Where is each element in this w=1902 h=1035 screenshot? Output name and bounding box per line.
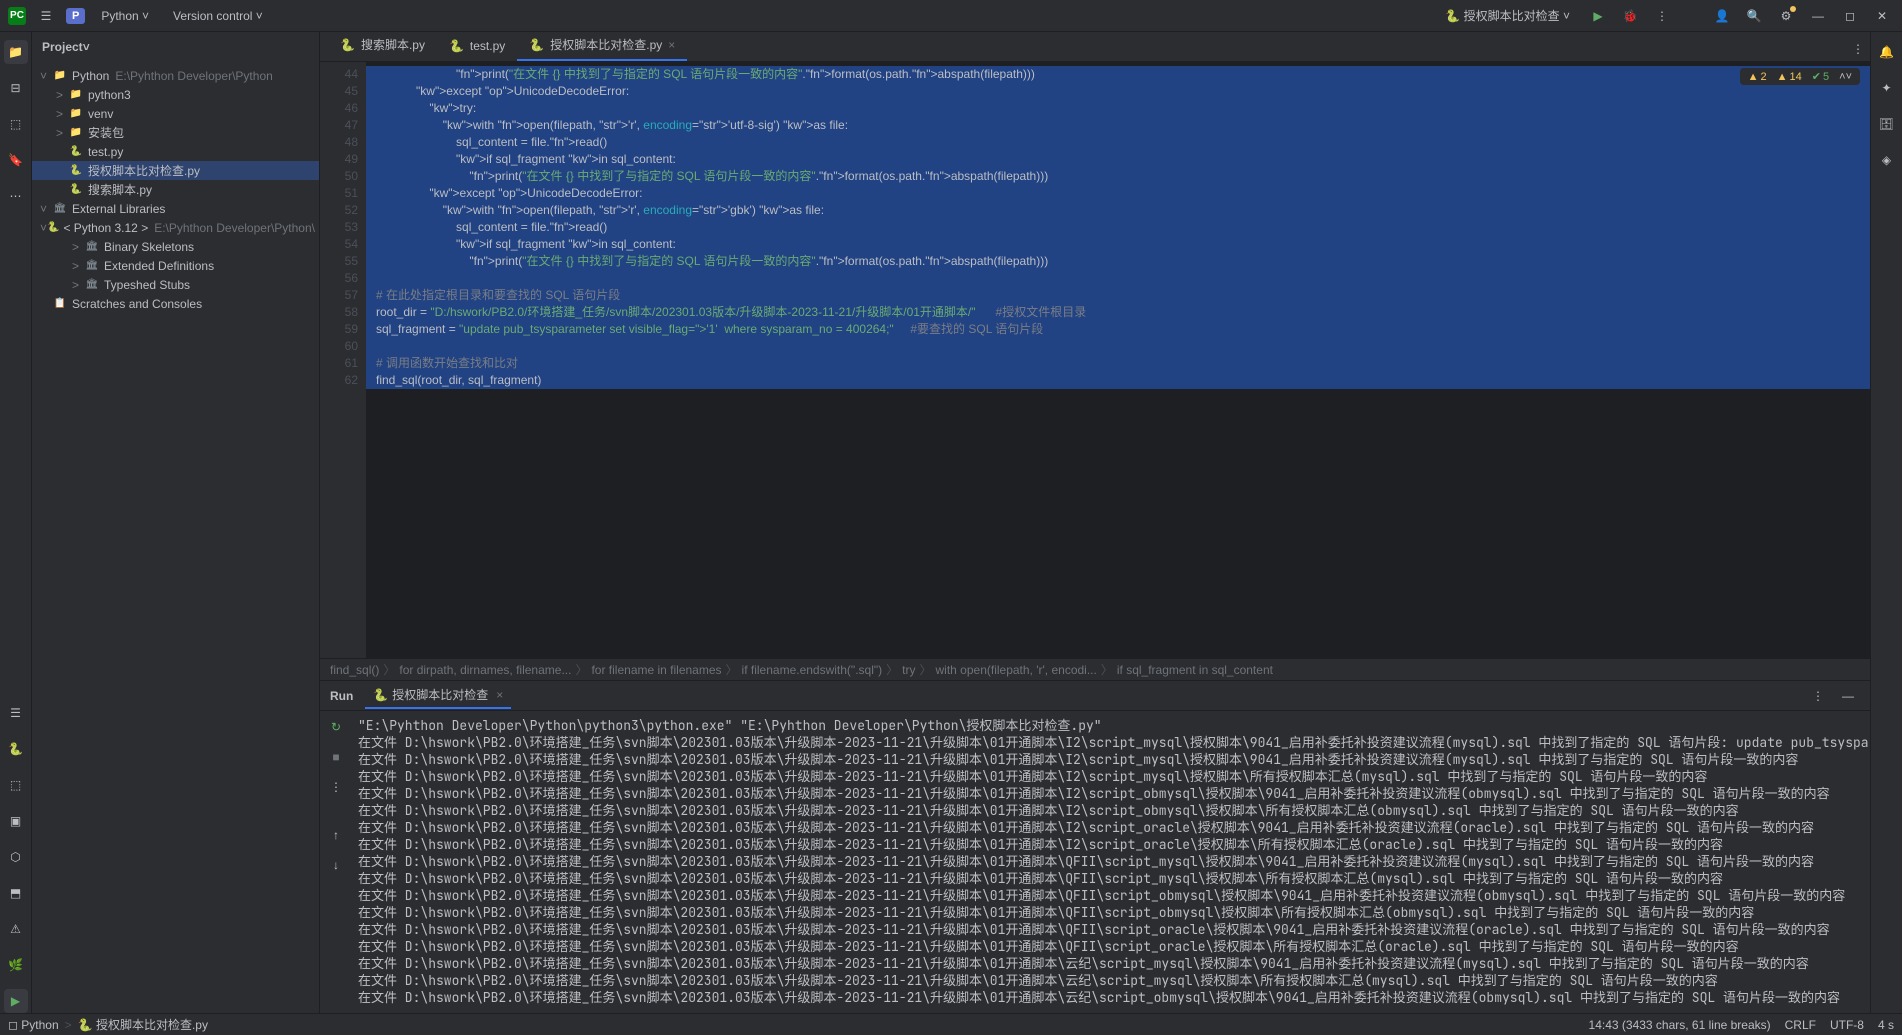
close-window-icon[interactable]: ✕ <box>1870 4 1894 28</box>
ok-count: ✔5 <box>1812 70 1829 83</box>
run-config-selector[interactable]: 🐍 授权脚本比对检查 ˅ <box>1437 3 1578 28</box>
more-actions-icon[interactable]: ⋮ <box>1650 4 1674 28</box>
todo-tool-icon[interactable]: ☰ <box>4 701 28 725</box>
more-tools-icon[interactable]: ⋯ <box>4 184 28 208</box>
code-with-me-icon[interactable]: 👤 <box>1710 4 1734 28</box>
services-tool-icon[interactable]: ⬚ <box>4 773 28 797</box>
problems-tool-icon[interactable]: ⬡ <box>4 845 28 869</box>
scroll-up-icon[interactable]: ↑ <box>324 823 348 847</box>
scroll-down-icon[interactable]: ↓ <box>324 853 348 877</box>
minimize-icon[interactable]: — <box>1806 4 1830 28</box>
debug-tool-icon[interactable]: ⬒ <box>4 881 28 905</box>
breadcrumb-item[interactable]: try <box>902 663 915 677</box>
tree-row[interactable]: >📁安装包 <box>32 123 319 142</box>
editor-tabs: 🐍搜索脚本.py🐍test.py🐍授权脚本比对检查.py× ⋮ <box>320 32 1870 62</box>
editor-tab[interactable]: 🐍test.py <box>437 33 517 61</box>
tree-row[interactable]: ˅📁PythonE:\Pyhthon Developer\Python <box>32 66 319 85</box>
project-panel-title[interactable]: Project ˅ <box>32 32 319 62</box>
encoding[interactable]: UTF-8 <box>1830 1018 1864 1032</box>
python-console-icon[interactable]: 🐍 <box>4 737 28 761</box>
project-panel: Project ˅ ˅📁PythonE:\Pyhthon Developer\P… <box>32 32 320 1013</box>
weak-warning-count: ▲14 <box>1777 70 1802 83</box>
warning-count: ▲2 <box>1748 70 1767 83</box>
settings-icon[interactable]: ⚙ <box>1774 4 1798 28</box>
main-menu-icon[interactable]: ☰ <box>34 4 58 28</box>
project-tree[interactable]: ˅📁PythonE:\Pyhthon Developer\Python>📁pyt… <box>32 62 319 1013</box>
left-tool-strip: 📁 ⊟ ⬚ 🔖 ⋯ ☰ 🐍 ⬚ ▣ ⬡ ⬒ ⚠ 🌿 ▶ <box>0 32 32 1013</box>
minimize-panel-icon[interactable]: — <box>1836 684 1860 708</box>
tree-row[interactable]: >🏛Typeshed Stubs <box>32 275 319 294</box>
project-tool-icon[interactable]: 📁 <box>4 40 28 64</box>
vcs-tool-icon[interactable]: 🌿 <box>4 953 28 977</box>
run-panel: Run 🐍授权脚本比对检查 × ⋮ — ↻ ■ ⋮ ↑ ↓ <box>320 680 1870 1013</box>
run-button[interactable]: ▶ <box>1586 4 1610 28</box>
structure-tool-icon[interactable]: ⬚ <box>4 112 28 136</box>
ide-logo-icon: PC <box>8 7 26 25</box>
search-icon[interactable]: 🔍 <box>1742 4 1766 28</box>
editor-tab[interactable]: 🐍授权脚本比对检查.py× <box>517 30 687 61</box>
breadcrumb[interactable]: find_sql()〉for dirpath, dirnames, filena… <box>320 658 1870 680</box>
tree-row[interactable]: 🐍test.py <box>32 142 319 161</box>
inspection-widget[interactable]: ▲2 ▲14 ✔5 ˄˅ <box>1740 68 1860 85</box>
statusbar: ◻ Python > 🐍 授权脚本比对检查.py 14:43 (3433 cha… <box>0 1013 1902 1035</box>
status-file[interactable]: 🐍 授权脚本比对检查.py <box>78 1016 208 1033</box>
tree-row[interactable]: ˅🐍< Python 3.12 >E:\Pyhthon Developer\Py… <box>32 218 319 237</box>
run-toolbar: ↻ ■ ⋮ ↑ ↓ <box>320 711 352 1013</box>
tree-row[interactable]: 🐍搜索脚本.py <box>32 180 319 199</box>
bookmarks-tool-icon[interactable]: 🔖 <box>4 148 28 172</box>
menubar: PC ☰ P Python ˅ Version control ˅ 🐍 授权脚本… <box>0 0 1902 32</box>
tree-row[interactable]: >🏛Extended Definitions <box>32 256 319 275</box>
rerun-icon[interactable]: ↻ <box>324 715 348 739</box>
status-project[interactable]: ◻ Python <box>8 1018 59 1032</box>
commit-tool-icon[interactable]: ⊟ <box>4 76 28 100</box>
code-editor[interactable]: 44454647484950515253545556575859606162 "… <box>320 62 1870 658</box>
notifications-icon[interactable]: 🔔 <box>1875 40 1899 64</box>
tree-row[interactable]: >📁venv <box>32 104 319 123</box>
database-tool-icon[interactable]: 🗄 <box>1875 112 1899 136</box>
stop-icon[interactable]: ■ <box>324 745 348 769</box>
breadcrumb-item[interactable]: with open(filepath, 'r', encodi... <box>936 663 1097 677</box>
caret-position[interactable]: 14:43 (3433 chars, 61 line breaks) <box>1589 1018 1771 1032</box>
breadcrumb-item[interactable]: if filename.endswith(".sql") <box>742 663 883 677</box>
run-panel-label: Run <box>330 689 353 703</box>
breadcrumb-item[interactable]: find_sql() <box>330 663 379 677</box>
tree-row[interactable]: >📁python3 <box>32 85 319 104</box>
tree-row[interactable]: ˅🏛External Libraries <box>32 199 319 218</box>
line-separator[interactable]: CRLF <box>1785 1018 1816 1032</box>
tab-options-icon[interactable]: ⋮ <box>1846 37 1870 61</box>
code-area[interactable]: "fn">print("在文件 {} 中找到了与指定的 SQL 语句片段一致的内… <box>366 62 1870 658</box>
vcs-dropdown[interactable]: Version control ˅ <box>165 5 271 27</box>
debug-button[interactable]: 🐞 <box>1618 4 1642 28</box>
run-output[interactable]: "E:\Pyhthon Developer\Python\python3\pyt… <box>352 711 1870 1013</box>
close-tab-icon[interactable]: × <box>496 688 503 702</box>
tree-row[interactable]: 📋Scratches and Consoles <box>32 294 319 313</box>
event-log-icon[interactable]: ⚠ <box>4 917 28 941</box>
sciview-tool-icon[interactable]: ◈ <box>1875 148 1899 172</box>
tree-row[interactable]: >🏛Binary Skeletons <box>32 237 319 256</box>
breadcrumb-item[interactable]: for dirpath, dirnames, filename... <box>399 663 571 677</box>
run-more-icon[interactable]: ⋮ <box>324 775 348 799</box>
project-badge: P <box>66 8 85 24</box>
breadcrumb-item[interactable]: if sql_fragment in sql_content <box>1117 663 1273 677</box>
editor-tab[interactable]: 🐍搜索脚本.py <box>328 30 437 61</box>
ai-assistant-icon[interactable]: ✦ <box>1875 76 1899 100</box>
project-dropdown[interactable]: Python ˅ <box>93 5 157 27</box>
run-panel-options-icon[interactable]: ⋮ <box>1806 684 1830 708</box>
maximize-icon[interactable]: ◻ <box>1838 4 1862 28</box>
run-tool-icon[interactable]: ▶ <box>4 989 28 1013</box>
terminal-tool-icon[interactable]: ▣ <box>4 809 28 833</box>
line-gutter: 44454647484950515253545556575859606162 <box>320 62 366 658</box>
right-tool-strip: 🔔 ✦ 🗄 ◈ <box>1870 32 1902 1013</box>
chevron-up-down-icon[interactable]: ˄˅ <box>1839 70 1852 83</box>
indent[interactable]: 4 s <box>1878 1018 1894 1032</box>
tree-row[interactable]: 🐍授权脚本比对检查.py <box>32 161 319 180</box>
run-config-tab[interactable]: 🐍授权脚本比对检查 × <box>365 682 511 709</box>
breadcrumb-item[interactable]: for filename in filenames <box>591 663 721 677</box>
